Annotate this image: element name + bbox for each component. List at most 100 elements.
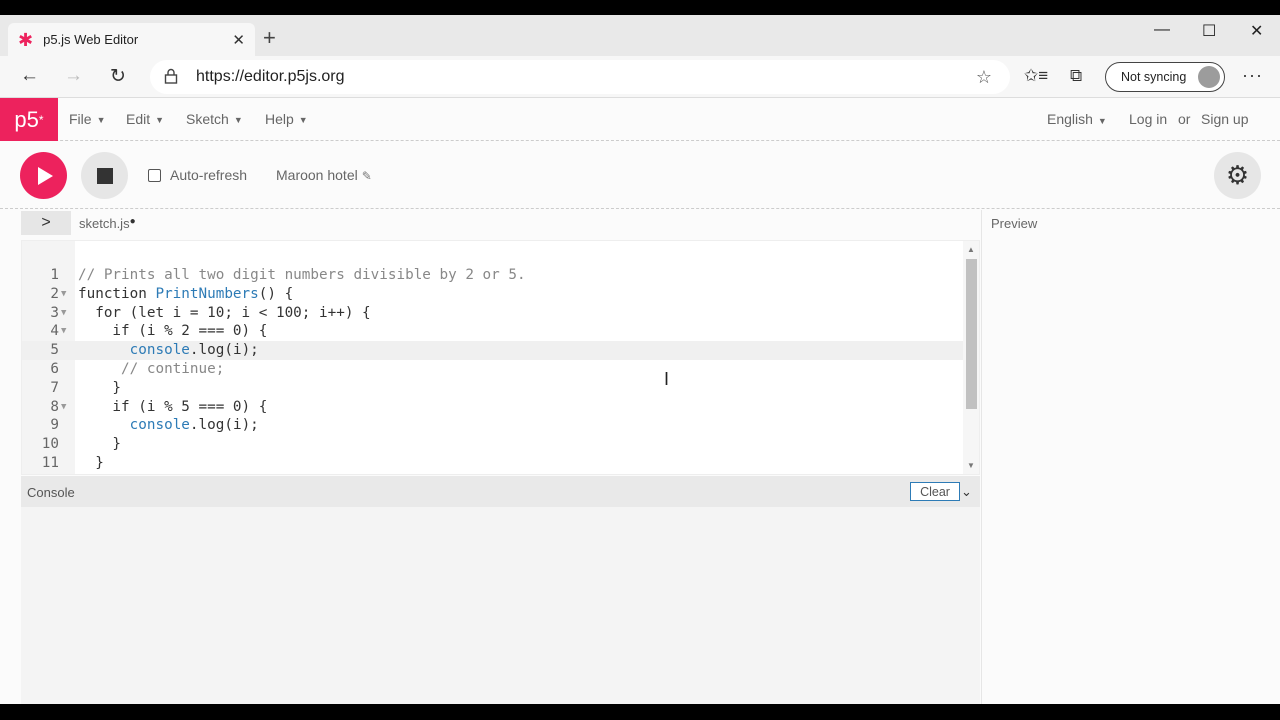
login-link[interactable]: Log in bbox=[1129, 111, 1167, 127]
sketch-controls: Auto-refresh Maroon hotel ✎ ⚙ bbox=[0, 142, 1280, 209]
logo-text: p5 bbox=[14, 106, 39, 132]
scrollbar-thumb[interactable] bbox=[966, 259, 977, 409]
menu-edit-label: Edit bbox=[126, 111, 151, 127]
settings-button[interactable]: ⚙ bbox=[1214, 152, 1261, 199]
url-text[interactable]: https://editor.p5js.org bbox=[196, 68, 345, 86]
maximize-icon[interactable]: ☐ bbox=[1202, 21, 1216, 41]
chevron-down-icon: ▼ bbox=[298, 115, 308, 126]
file-name: sketch.js bbox=[79, 216, 130, 231]
line-number: 10 bbox=[41, 436, 59, 453]
clear-console-button[interactable]: Clear bbox=[910, 482, 960, 501]
fold-arrow-icon[interactable]: ▼ bbox=[61, 398, 66, 417]
collapse-console-icon[interactable]: ⌄ bbox=[961, 484, 972, 500]
code-line[interactable]: 8 ▼ if (i % 5 === 0) { bbox=[22, 398, 965, 417]
line-number: 9 bbox=[50, 417, 59, 434]
line-number: 6 bbox=[50, 360, 59, 377]
auto-refresh-toggle[interactable]: Auto-refresh bbox=[148, 167, 247, 183]
code-line[interactable]: 9 console.log(i); bbox=[22, 416, 965, 435]
pencil-icon[interactable]: ✎ bbox=[362, 169, 372, 183]
close-tab-icon[interactable]: ✕ bbox=[232, 31, 245, 49]
browser-toolbar: ← → ↻ https://editor.p5js.org ☆ ✩≡ ⧉ Not… bbox=[0, 56, 1280, 98]
line-number: 5 bbox=[50, 342, 59, 359]
code-text: } bbox=[78, 436, 122, 453]
stop-icon bbox=[96, 167, 113, 184]
auto-refresh-checkbox[interactable] bbox=[148, 168, 161, 182]
chevron-down-icon: ▼ bbox=[96, 115, 106, 126]
line-number: 1 bbox=[50, 267, 59, 283]
profile-avatar bbox=[1198, 66, 1220, 88]
window-close-icon[interactable]: ✕ bbox=[1250, 21, 1263, 41]
file-bar: > sketch.js● bbox=[0, 210, 980, 238]
project-name-text: Maroon hotel bbox=[276, 167, 358, 183]
minimize-icon[interactable]: — bbox=[1154, 21, 1170, 39]
chevron-down-icon: ▼ bbox=[155, 115, 165, 126]
new-tab-icon[interactable]: + bbox=[263, 27, 276, 49]
play-icon bbox=[38, 166, 53, 185]
code-lines[interactable]: 1 // Prints all two digit numbers divisib… bbox=[22, 266, 965, 473]
p5-asterisk-icon: ✱ bbox=[18, 29, 34, 50]
code-line[interactable]: 7 } bbox=[22, 379, 965, 398]
project-name[interactable]: Maroon hotel ✎ bbox=[276, 167, 372, 183]
p5-editor-app: p5 * File ▼ Edit ▼ Sketch ▼ Help ▼ English ▼ L… bbox=[0, 98, 1280, 704]
menu-edit[interactable]: Edit ▼ bbox=[126, 111, 164, 127]
stop-button[interactable] bbox=[81, 152, 128, 199]
code-text: if (i % 2 === 0) { bbox=[78, 323, 268, 340]
code-line[interactable]: 5 console.log(i); bbox=[22, 341, 965, 360]
line-number: 7 bbox=[50, 379, 59, 396]
code-text: console.log(i); bbox=[129, 342, 259, 359]
fold-arrow-icon[interactable]: ▼ bbox=[61, 285, 66, 304]
code-line[interactable]: 3 ▼ for (let i = 10; i < 100; i++) { bbox=[22, 304, 965, 323]
code-line[interactable]: 10 } bbox=[22, 435, 965, 454]
favorite-star-icon[interactable]: ☆ bbox=[976, 67, 992, 88]
code-line[interactable]: 2 ▼ function PrintNumbers() { bbox=[22, 285, 965, 304]
menu-help[interactable]: Help ▼ bbox=[265, 111, 308, 127]
code-text: // continue; bbox=[78, 360, 225, 377]
line-number: 4 bbox=[50, 323, 59, 340]
browser-tab[interactable]: ✱ p5.js Web Editor ✕ bbox=[8, 23, 255, 56]
menu-file[interactable]: File ▼ bbox=[69, 111, 105, 127]
code-text: // Prints all two digit numbers divisibl… bbox=[78, 267, 526, 283]
sidebar-toggle-button[interactable]: > bbox=[21, 211, 71, 235]
language-menu[interactable]: English ▼ bbox=[1047, 111, 1107, 127]
menu-file-label: File bbox=[69, 111, 92, 127]
menu-sketch[interactable]: Sketch ▼ bbox=[186, 111, 243, 127]
forward-icon: → bbox=[64, 65, 83, 86]
signup-link[interactable]: Sign up bbox=[1201, 111, 1248, 127]
language-label: English bbox=[1047, 111, 1093, 127]
sync-label: Not syncing bbox=[1121, 70, 1187, 84]
back-icon[interactable]: ← bbox=[20, 65, 39, 87]
chevron-down-icon: ▼ bbox=[233, 115, 243, 126]
scroll-up-icon[interactable]: ▲ bbox=[967, 245, 975, 254]
code-text: function PrintNumbers() { bbox=[78, 285, 294, 302]
address-bar[interactable]: https://editor.p5js.org ☆ bbox=[150, 60, 1010, 94]
fold-arrow-icon[interactable]: ▼ bbox=[61, 322, 66, 341]
fold-arrow-icon[interactable]: ▼ bbox=[61, 304, 66, 323]
code-line[interactable]: 4 ▼ if (i % 2 === 0) { bbox=[22, 322, 965, 341]
file-tab[interactable]: sketch.js● bbox=[79, 216, 136, 231]
code-text: if (i % 5 === 0) { bbox=[78, 398, 268, 415]
code-text: for (let i = 10; i < 100; i++) { bbox=[78, 304, 371, 321]
code-text: } bbox=[78, 454, 104, 471]
collections-icon[interactable]: ⧉ bbox=[1070, 66, 1082, 86]
console-title: Console bbox=[27, 485, 75, 500]
code-editor[interactable]: 1 // Prints all two digit numbers divisib… bbox=[21, 240, 980, 475]
code-line[interactable]: 11 } bbox=[22, 454, 965, 473]
browser-tabstrip: ✱ p5.js Web Editor ✕ + — ☐ ✕ bbox=[0, 15, 1280, 56]
code-line[interactable]: 6 // continue; bbox=[22, 360, 965, 379]
scroll-down-icon[interactable]: ▼ bbox=[967, 461, 975, 470]
play-button[interactable] bbox=[20, 152, 67, 199]
editor-scrollbar[interactable]: ▲ ▼ bbox=[963, 241, 979, 474]
line-number: 2 bbox=[50, 285, 59, 302]
tab-title: p5.js Web Editor bbox=[43, 32, 139, 47]
code-line[interactable]: 1 // Prints all two digit numbers divisib… bbox=[22, 266, 965, 285]
sync-button[interactable]: Not syncing bbox=[1105, 62, 1225, 92]
p5-logo[interactable]: p5 * bbox=[0, 98, 58, 141]
more-options-icon[interactable]: ··· bbox=[1242, 65, 1263, 86]
favorites-icon[interactable]: ✩≡ bbox=[1024, 66, 1048, 86]
code-text: } bbox=[78, 379, 122, 396]
refresh-icon[interactable]: ↻ bbox=[110, 65, 126, 88]
app-menubar: p5 * File ▼ Edit ▼ Sketch ▼ Help ▼ English ▼ L… bbox=[0, 98, 1280, 141]
chevron-right-icon: > bbox=[41, 214, 51, 231]
lock-icon[interactable] bbox=[164, 68, 186, 87]
menu-sketch-label: Sketch bbox=[186, 111, 229, 127]
